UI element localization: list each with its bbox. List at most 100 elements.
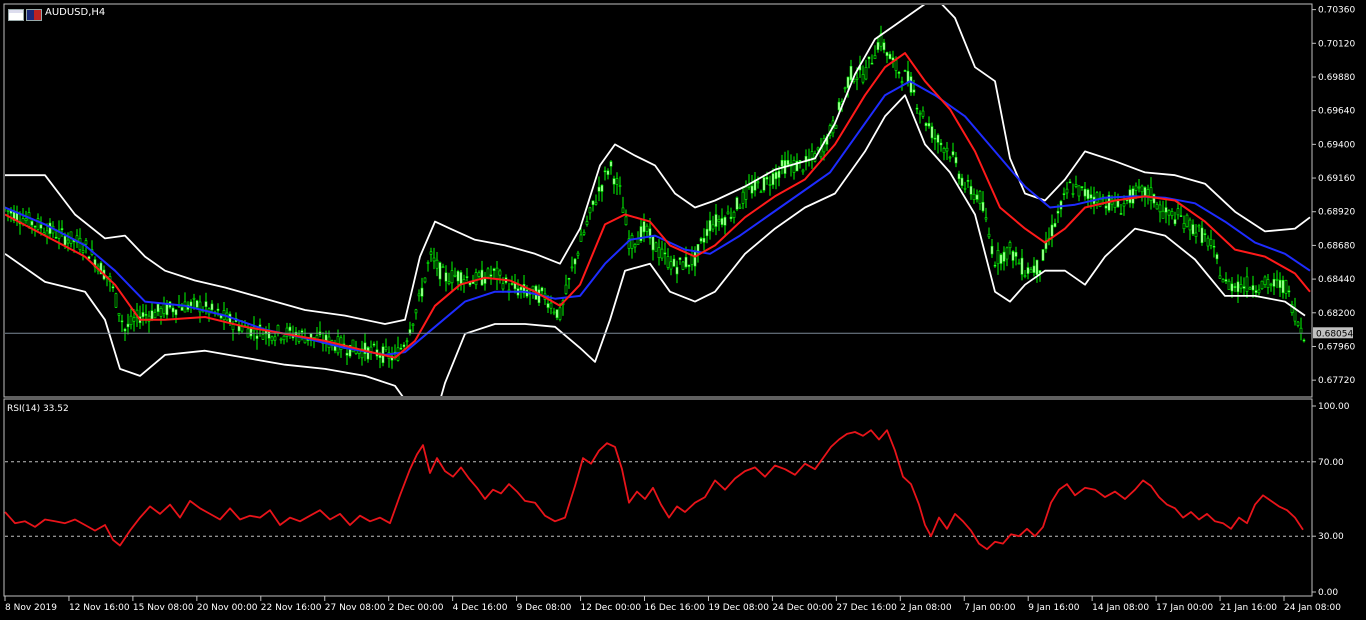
candle-body bbox=[996, 250, 1000, 265]
candle-body bbox=[729, 216, 733, 219]
candle-body bbox=[978, 191, 982, 204]
candle-body bbox=[720, 218, 724, 225]
candle-body bbox=[495, 267, 499, 280]
candle-body bbox=[1083, 188, 1087, 197]
candle-body bbox=[81, 250, 85, 253]
candle-body bbox=[777, 170, 781, 178]
candle-body bbox=[114, 293, 118, 308]
candle-body bbox=[1188, 219, 1192, 231]
candle-body bbox=[27, 212, 31, 227]
candle-body bbox=[258, 324, 262, 327]
rsi-line bbox=[4, 429, 1304, 551]
candle-body bbox=[1041, 249, 1045, 261]
price-tick-label: 0.69400 bbox=[1318, 140, 1355, 150]
candle-body bbox=[1164, 207, 1168, 213]
price-plot bbox=[5, 5, 1311, 396]
candle-body bbox=[834, 124, 838, 129]
price-tick-label: 0.68440 bbox=[1318, 275, 1355, 285]
rsi-tick-label: 100.00 bbox=[1318, 402, 1350, 412]
price-tick-label: 0.70120 bbox=[1318, 39, 1355, 49]
candle-body bbox=[1278, 279, 1282, 289]
candle-body bbox=[837, 101, 841, 111]
candle-body bbox=[876, 42, 880, 50]
candle-body bbox=[849, 65, 853, 81]
candle-body bbox=[912, 89, 916, 93]
candle-body bbox=[645, 225, 649, 232]
candle-body bbox=[1008, 242, 1012, 249]
candle-body bbox=[981, 201, 985, 212]
candle-body bbox=[1209, 239, 1213, 246]
candle-body bbox=[600, 185, 604, 192]
candle-body bbox=[621, 207, 625, 213]
candle-body bbox=[591, 200, 595, 205]
candle-body bbox=[570, 266, 574, 269]
candle-body bbox=[642, 221, 646, 233]
candle-body bbox=[30, 221, 34, 226]
candle-body bbox=[519, 286, 523, 291]
candle-body bbox=[798, 160, 802, 162]
candle-body bbox=[1206, 237, 1210, 247]
candle-body bbox=[156, 303, 160, 313]
candle-body bbox=[279, 338, 283, 341]
candle-body bbox=[702, 237, 706, 243]
candle-body bbox=[558, 307, 562, 320]
candle-body bbox=[510, 283, 514, 285]
candle-body bbox=[429, 251, 433, 255]
candle-body bbox=[1167, 210, 1171, 216]
candle-body bbox=[579, 234, 583, 242]
candle-body bbox=[1236, 281, 1240, 293]
candle-body bbox=[618, 185, 622, 187]
candle-body bbox=[39, 224, 43, 229]
candle-body bbox=[369, 346, 373, 352]
candle-body bbox=[951, 151, 955, 156]
candle-body bbox=[1239, 284, 1243, 289]
candle-body bbox=[939, 142, 943, 146]
candle-body bbox=[675, 266, 679, 275]
candle-body bbox=[1149, 187, 1153, 201]
time-tick-label: 14 Jan 08:00 bbox=[1092, 603, 1149, 613]
candle-body bbox=[411, 323, 415, 326]
candle-body bbox=[255, 335, 259, 339]
candle-body bbox=[723, 216, 727, 226]
candle-body bbox=[1284, 280, 1288, 294]
candle-body bbox=[555, 309, 559, 318]
candle-body bbox=[654, 242, 658, 252]
candle-body bbox=[582, 231, 586, 235]
time-tick-label: 24 Jan 08:00 bbox=[1284, 603, 1341, 613]
candle-body bbox=[282, 335, 286, 341]
candle-body bbox=[873, 55, 877, 59]
candle-body bbox=[1080, 186, 1084, 188]
price-tick-label: 0.68200 bbox=[1318, 309, 1355, 319]
candle-body bbox=[1089, 194, 1093, 199]
candle-body bbox=[66, 239, 70, 244]
candle-body bbox=[681, 261, 685, 270]
candle-body bbox=[714, 214, 718, 227]
candle-body bbox=[684, 256, 688, 268]
price-tick-label: 0.67960 bbox=[1318, 342, 1355, 352]
candle-body bbox=[1227, 280, 1231, 290]
candle-body bbox=[444, 272, 448, 282]
candle-body bbox=[492, 268, 496, 271]
candle-body bbox=[966, 180, 970, 182]
candle-body bbox=[588, 207, 592, 214]
candle-body bbox=[1077, 185, 1081, 197]
candle-body bbox=[501, 283, 505, 290]
candle-body bbox=[603, 170, 607, 173]
price-axis: 0.70360 0.70120 0.69880 0.69640 0.69400 0.691… bbox=[1312, 6, 1355, 386]
price-tick-label: 0.68680 bbox=[1318, 241, 1355, 251]
candle-body bbox=[678, 257, 682, 260]
candle-body bbox=[993, 264, 997, 267]
rsi-tick-label: 70.00 bbox=[1318, 458, 1344, 468]
chart-canvas[interactable]: 0.70360 0.70120 0.69880 0.69640 0.69400 0.691… bbox=[0, 0, 1366, 620]
candle-body bbox=[426, 262, 430, 264]
candle-body bbox=[717, 219, 721, 222]
price-tick-label: 0.69160 bbox=[1318, 174, 1355, 184]
candle-body bbox=[1095, 192, 1099, 203]
candle-body bbox=[126, 323, 130, 328]
candle-body bbox=[690, 255, 694, 265]
candle-body bbox=[162, 303, 166, 314]
candle-body bbox=[141, 312, 145, 318]
candle-body bbox=[1263, 276, 1267, 285]
candle-body bbox=[366, 347, 370, 360]
candle-body bbox=[54, 236, 58, 239]
